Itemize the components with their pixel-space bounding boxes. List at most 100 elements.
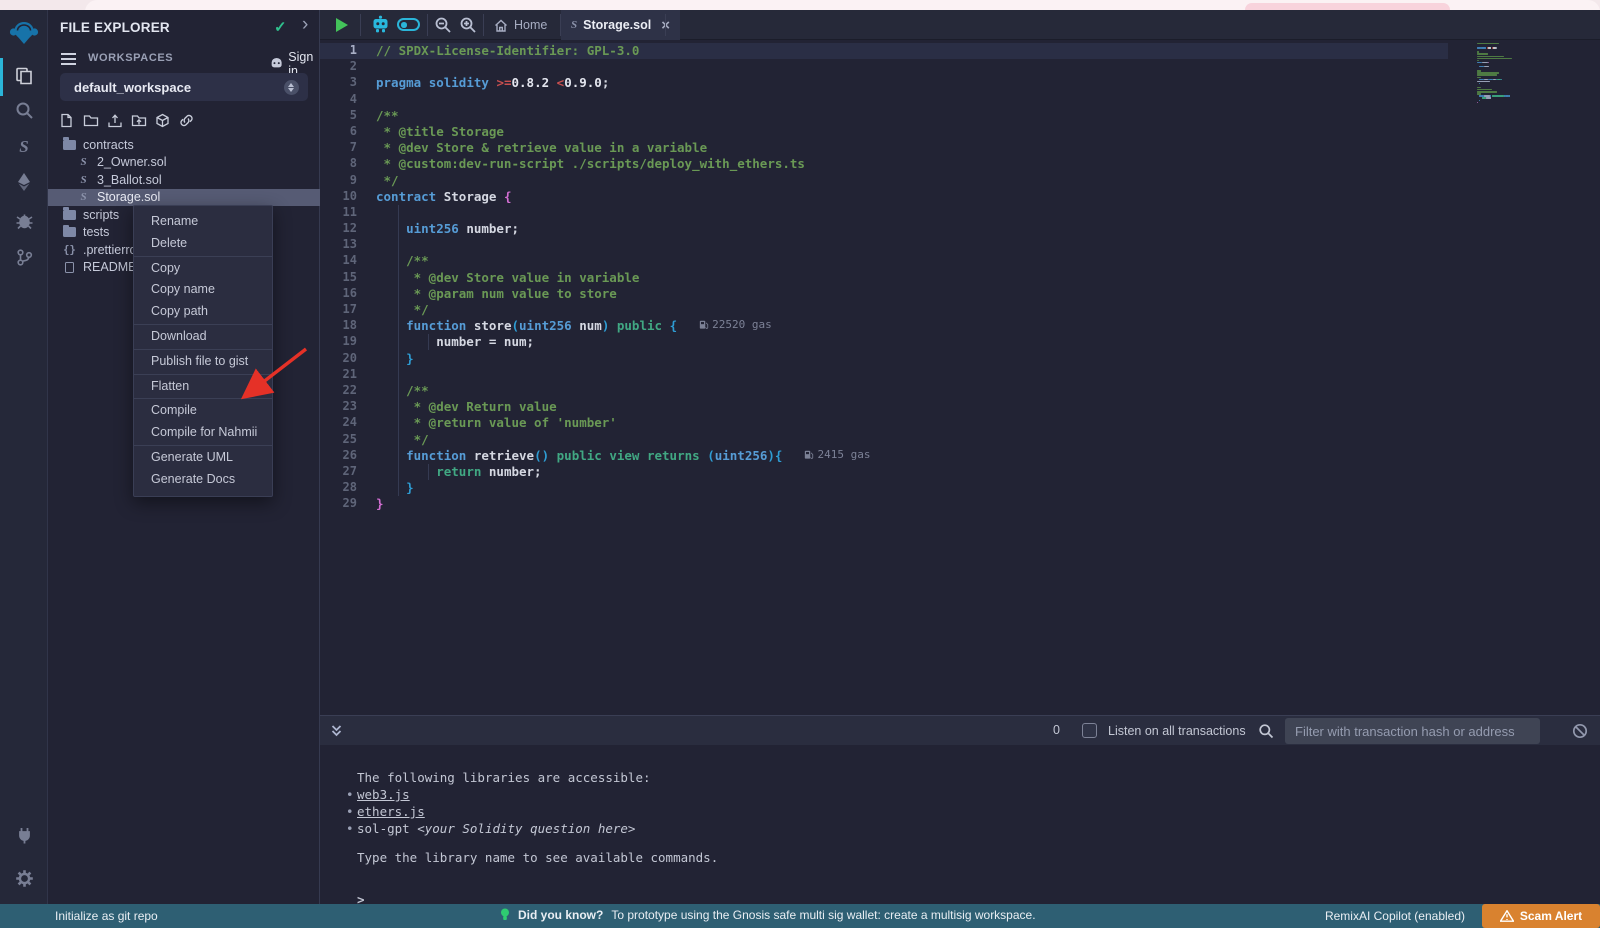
workspaces-row: WORKSPACES Sign in (48, 48, 320, 70)
code-editor[interactable]: 1// SPDX-License-Identifier: GPL-3.023pr… (320, 40, 1600, 715)
upload-folder-icon[interactable] (130, 112, 147, 129)
line-number: 13 (320, 237, 376, 253)
solidity-file-icon: S (76, 156, 91, 168)
code-line: 19 number = num; (320, 334, 1448, 350)
menu-item-copy-name[interactable]: Copy name (134, 279, 272, 301)
main-area: Home S Storage.sol × 1// SPDX-License-Id… (320, 10, 1600, 904)
copilot-toggle[interactable] (397, 18, 420, 31)
line-number: 26 (320, 448, 376, 464)
terminal-collapse-icon[interactable] (330, 724, 343, 743)
minimap[interactable] (1477, 43, 1589, 104)
git-init-button[interactable]: Initialize as git repo (55, 909, 158, 923)
code-line: 3pragma solidity >=0.8.2 <0.9.0; (320, 75, 1448, 91)
file-explorer-icon[interactable] (0, 58, 48, 94)
code-line: 8 * @custom:dev-run-script ./scripts/dep… (320, 156, 1448, 172)
line-number: 2 (320, 59, 376, 75)
zoom-in-icon[interactable] (459, 16, 477, 39)
chevron-right-icon[interactable]: › (302, 14, 308, 36)
line-number: 3 (320, 75, 376, 91)
tree-item-2-owner-sol[interactable]: S 2_Owner.sol (48, 154, 320, 172)
code-line: 20 } (320, 351, 1448, 367)
tab-storage-sol[interactable]: S Storage.sol × (561, 10, 680, 40)
terminal-link[interactable]: ethers.js (357, 804, 425, 819)
solidity-compiler-icon[interactable]: S (0, 129, 48, 165)
terminal-output[interactable]: The following libraries are accessible:w… (320, 745, 1600, 904)
terminal-toolbar: 0 Listen on all transactions (320, 715, 1600, 745)
menu-item-copy-path[interactable]: Copy path (134, 301, 272, 323)
line-number: 15 (320, 270, 376, 286)
code-line: 27 return number; (320, 464, 1448, 480)
tab-home[interactable]: Home (484, 10, 557, 40)
terminal-link[interactable]: web3.js (357, 787, 410, 802)
scam-alert-button[interactable]: Scam Alert (1482, 904, 1600, 928)
annotation-arrow (228, 336, 320, 408)
terminal-search-icon[interactable] (1258, 723, 1274, 744)
tree-item-label: Storage.sol (97, 190, 160, 204)
deploy-and-run-icon[interactable] (0, 164, 48, 200)
terminal-line: sol-gpt <your Solidity question here> (357, 820, 1600, 837)
remix-logo-icon[interactable] (0, 15, 48, 51)
line-number: 1 (320, 43, 376, 59)
upload-file-icon[interactable] (106, 112, 123, 129)
transaction-filter-input[interactable] (1285, 718, 1540, 744)
tree-item-3-ballot-sol[interactable]: S3_Ballot.sol (48, 171, 320, 189)
tree-item-label: tests (83, 225, 109, 239)
tree-item-label: contracts (83, 138, 134, 152)
code-line: 29} (320, 496, 1448, 512)
status-bar: Initialize as git repo Did you know? To … (0, 904, 1600, 928)
new-file-icon[interactable] (58, 112, 75, 129)
terminal-line: The following libraries are accessible: (357, 769, 1600, 786)
warning-icon (1500, 910, 1514, 922)
menu-item-rename[interactable]: Rename (134, 211, 272, 233)
line-number: 19 (320, 334, 376, 350)
solidity-file-icon: S (76, 174, 91, 186)
copilot-status[interactable]: RemixAI Copilot (enabled) (1325, 909, 1465, 923)
search-icon[interactable] (0, 92, 48, 128)
menu-item-generate-docs[interactable]: Generate Docs (134, 469, 272, 491)
ai-copilot-robot-icon[interactable] (370, 15, 391, 39)
code-line: 24 * @return value of 'number' (320, 415, 1448, 431)
terminal-lines: The following libraries are accessible:w… (357, 769, 1600, 866)
code-line: 26 function retrieve() public view retur… (320, 448, 1448, 464)
indent-guide (398, 205, 399, 496)
gas-estimate: 2415 gas (804, 448, 870, 461)
plugin-manager-icon[interactable] (0, 817, 48, 853)
menu-item-delete[interactable]: Delete (134, 233, 272, 255)
menu-item-compile-for-nahmii[interactable]: Compile for Nahmii (134, 422, 272, 444)
code-lines: 1// SPDX-License-Identifier: GPL-3.023pr… (320, 43, 1448, 512)
code-line: 10contract Storage { (320, 189, 1448, 205)
menu-item-copy[interactable]: Copy (134, 258, 272, 280)
hamburger-menu-icon[interactable] (61, 53, 76, 55)
line-number: 20 (320, 351, 376, 367)
line-number: 7 (320, 140, 376, 156)
code-line: 12 uint256 number; (320, 221, 1448, 237)
line-number: 28 (320, 480, 376, 496)
code-line: 6 * @title Storage (320, 124, 1448, 140)
workspace-sort-icon[interactable] (284, 80, 299, 95)
tree-item-storage-sol[interactable]: SStorage.sol (48, 189, 320, 207)
tree-item-label: 2_Owner.sol (97, 155, 166, 169)
import-from-ipfs-icon[interactable] (154, 112, 171, 129)
debugger-icon[interactable] (0, 202, 48, 238)
line-number: 18 (320, 318, 376, 334)
clear-console-icon[interactable] (1572, 723, 1588, 744)
menu-item-generate-uml[interactable]: Generate UML (134, 447, 272, 469)
code-line: 16 * @param num value to store (320, 286, 1448, 302)
line-number: 17 (320, 302, 376, 318)
settings-gear-icon[interactable] (0, 860, 48, 896)
code-line: 13 (320, 237, 1448, 253)
run-script-play-icon[interactable] (336, 18, 348, 32)
solidity-file-icon: S (571, 19, 577, 31)
git-icon[interactable] (0, 239, 48, 275)
line-number: 4 (320, 92, 376, 108)
workspace-selected-value: default_workspace (74, 80, 191, 95)
import-from-url-icon[interactable] (178, 112, 195, 129)
zoom-out-icon[interactable] (434, 16, 452, 39)
listen-transactions-checkbox[interactable] (1082, 723, 1097, 738)
tree-item-label: scripts (83, 208, 119, 222)
tree-item-contracts[interactable]: contracts (48, 136, 320, 154)
workspace-select[interactable]: default_workspace (60, 73, 308, 101)
new-folder-icon[interactable] (82, 112, 99, 129)
line-number: 9 (320, 173, 376, 189)
editor-tab-bar: Home S Storage.sol × (320, 10, 1600, 40)
